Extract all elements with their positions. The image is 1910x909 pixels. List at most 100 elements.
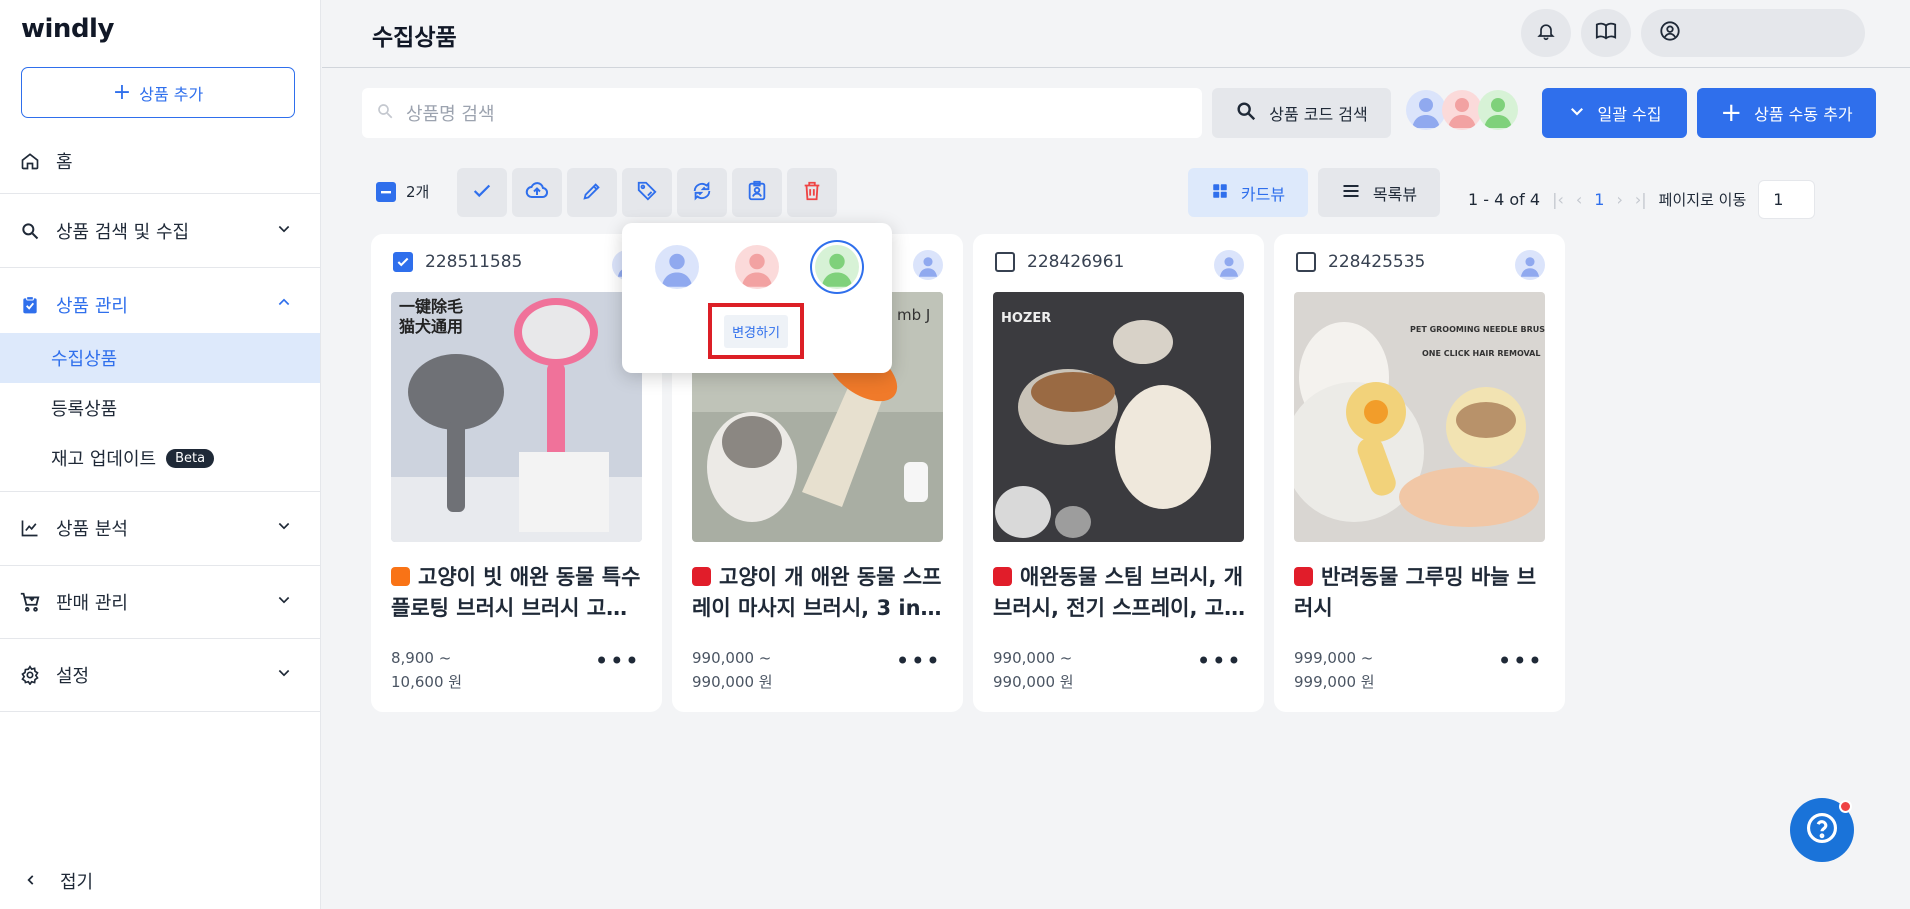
- change-button[interactable]: 변경하기: [708, 303, 804, 359]
- collapse-button[interactable]: 접기: [24, 868, 93, 894]
- sidebar-item-registered[interactable]: 등록상품: [0, 393, 320, 423]
- nav-search-collect[interactable]: 상품 검색 및 수집: [0, 216, 320, 246]
- list-icon: [1341, 181, 1361, 205]
- search-icon: [376, 102, 394, 125]
- tag-tool-button[interactable]: [622, 168, 672, 217]
- list-view-label: 목록뷰: [1372, 184, 1418, 204]
- product-card[interactable]: 228511585 一键除毛 猫犬通用 고양이 빗 애완 동물 특수 플로팅 브…: [371, 234, 662, 712]
- bulk-collect-button[interactable]: 일괄 수집: [1542, 88, 1687, 138]
- card-checkbox[interactable]: [393, 252, 413, 272]
- current-page[interactable]: 1: [1594, 190, 1604, 209]
- product-title[interactable]: 고양이 개 애완 동물 스프레이 마사지 브러시, 3 in 1 브러시: [692, 562, 946, 624]
- card-checkbox[interactable]: [1296, 252, 1316, 272]
- confirm-tool-button[interactable]: [457, 168, 507, 217]
- sidebar-item-stock-update-label: 재고 업데이트: [51, 449, 157, 470]
- popup-avatar-red[interactable]: [735, 245, 779, 289]
- sidebar-divider: [0, 193, 320, 194]
- product-image[interactable]: PET GROOMING NEEDLE BRUSH ONE CLICK HAIR…: [1294, 292, 1545, 542]
- pencil-icon: [581, 180, 603, 206]
- beta-badge: Beta: [166, 448, 215, 468]
- taobao-icon: [391, 567, 410, 586]
- goto-page-input[interactable]: 1: [1758, 180, 1816, 219]
- product-price: 990,000 ~ 990,000 원: [993, 646, 1074, 694]
- chevron-up-icon: [276, 295, 292, 316]
- nav-home[interactable]: 홈: [0, 146, 320, 176]
- chevron-left-icon: [24, 871, 38, 892]
- sidebar-divider: [0, 638, 320, 639]
- manual-add-label: 상품 수동 추가: [1754, 105, 1853, 124]
- upload-tool-button[interactable]: [512, 168, 562, 217]
- popup-avatar-green[interactable]: [815, 245, 859, 289]
- windly-logo[interactable]: windly: [21, 14, 114, 44]
- sidebar-item-registered-label: 등록상품: [51, 399, 118, 420]
- product-title[interactable]: 반려동물 그루밍 바늘 브러시: [1294, 562, 1548, 624]
- edit-tool-button[interactable]: [567, 168, 617, 217]
- product-card[interactable]: 228425535 PET GROOMING NEEDLE BRUSH ONE …: [1274, 234, 1565, 712]
- nav-product-manage[interactable]: 상품 관리: [0, 290, 320, 320]
- product-image[interactable]: HOZER: [993, 292, 1244, 542]
- avatar-red[interactable]: [1442, 90, 1482, 130]
- card-checkbox[interactable]: [995, 252, 1015, 272]
- product-image[interactable]: 一键除毛 猫犬通用: [391, 292, 642, 542]
- guide-button[interactable]: [1581, 9, 1631, 57]
- more-options-icon[interactable]: •••: [595, 649, 640, 673]
- code-search-button[interactable]: 상품 코드 검색: [1212, 88, 1391, 138]
- list-view-button[interactable]: 목록뷰: [1318, 168, 1440, 217]
- sidebar-item-collected[interactable]: 수집상품: [0, 333, 320, 383]
- next-page-icon[interactable]: ›: [1616, 190, 1622, 209]
- help-button[interactable]: [1790, 798, 1854, 862]
- nav-analysis[interactable]: 상품 분석: [0, 513, 320, 543]
- notification-dot: [1839, 800, 1852, 813]
- book-icon: [1595, 20, 1617, 46]
- product-price: 990,000 ~ 990,000 원: [692, 646, 773, 694]
- product-title[interactable]: 애완동물 스팀 브러시, 개 브러시, 전기 스프레이, 고양이 털: [993, 562, 1247, 624]
- prev-page-icon[interactable]: ‹: [1576, 190, 1582, 209]
- sync-tool-button[interactable]: [677, 168, 727, 217]
- nav-sales[interactable]: 판매 관리: [0, 587, 320, 617]
- product-title[interactable]: 고양이 빗 애완 동물 특수 플로팅 브러시 브러시 고양이 빗: [391, 562, 645, 624]
- aliexpress-icon: [1294, 567, 1313, 586]
- nav-settings-label: 설정: [56, 666, 90, 687]
- owner-avatar[interactable]: [1515, 250, 1545, 280]
- avatar-blue[interactable]: [1406, 90, 1446, 130]
- more-options-icon[interactable]: •••: [1498, 649, 1543, 673]
- last-page-icon[interactable]: ›|: [1635, 190, 1647, 209]
- price-from: 8,900 ~: [391, 649, 452, 667]
- bulk-collect-label: 일괄 수집: [1597, 105, 1662, 124]
- select-all[interactable]: 2개: [376, 181, 429, 202]
- notification-button[interactable]: [1521, 9, 1571, 57]
- popup-avatar-blue[interactable]: [655, 245, 699, 289]
- product-code: 228426961: [1027, 252, 1125, 272]
- more-options-icon[interactable]: •••: [1197, 649, 1242, 673]
- product-title-text: 애완동물 스팀 브러시, 개 브러시, 전기 스프레이, 고양이 털: [993, 565, 1244, 620]
- search-input[interactable]: 상품명 검색: [362, 88, 1202, 138]
- first-page-icon[interactable]: |‹: [1552, 190, 1564, 209]
- user-menu[interactable]: [1641, 9, 1865, 57]
- chevron-down-icon: [276, 518, 292, 539]
- cloud-upload-icon: [525, 179, 549, 207]
- card-view-button[interactable]: 카드뷰: [1188, 168, 1308, 217]
- product-price: 999,000 ~ 999,000 원: [1294, 646, 1375, 694]
- nav-settings[interactable]: 설정: [0, 660, 320, 690]
- price-to: 990,000 원: [692, 673, 773, 691]
- selected-count: 2개: [406, 183, 430, 201]
- assign-tool-button[interactable]: [732, 168, 782, 217]
- avatar-green[interactable]: [1478, 90, 1518, 130]
- svg-text:一键除毛: 一键除毛: [399, 297, 463, 316]
- sidebar-divider: [0, 565, 320, 566]
- assignee-filter[interactable]: [1406, 90, 1518, 130]
- line-chart-icon: [18, 516, 42, 540]
- more-options-icon[interactable]: •••: [896, 649, 941, 673]
- price-from: 990,000 ~: [993, 649, 1073, 667]
- owner-avatar[interactable]: [913, 250, 943, 280]
- add-product-button[interactable]: + 상품 추가: [21, 67, 295, 118]
- product-card[interactable]: 228426961 HOZER 애완동물 스팀 브러시, 개 브러시, 전기 스…: [973, 234, 1264, 712]
- home-icon: [18, 149, 42, 173]
- nav-home-label: 홈: [56, 152, 73, 173]
- change-button-label: 변경하기: [724, 314, 788, 348]
- delete-tool-button[interactable]: [787, 168, 837, 217]
- sidebar-item-stock-update[interactable]: 재고 업데이트 Beta: [0, 443, 320, 473]
- owner-avatar[interactable]: [1214, 250, 1244, 280]
- manual-add-button[interactable]: + 상품 수동 추가: [1697, 88, 1876, 138]
- select-all-checkbox[interactable]: [376, 181, 396, 202]
